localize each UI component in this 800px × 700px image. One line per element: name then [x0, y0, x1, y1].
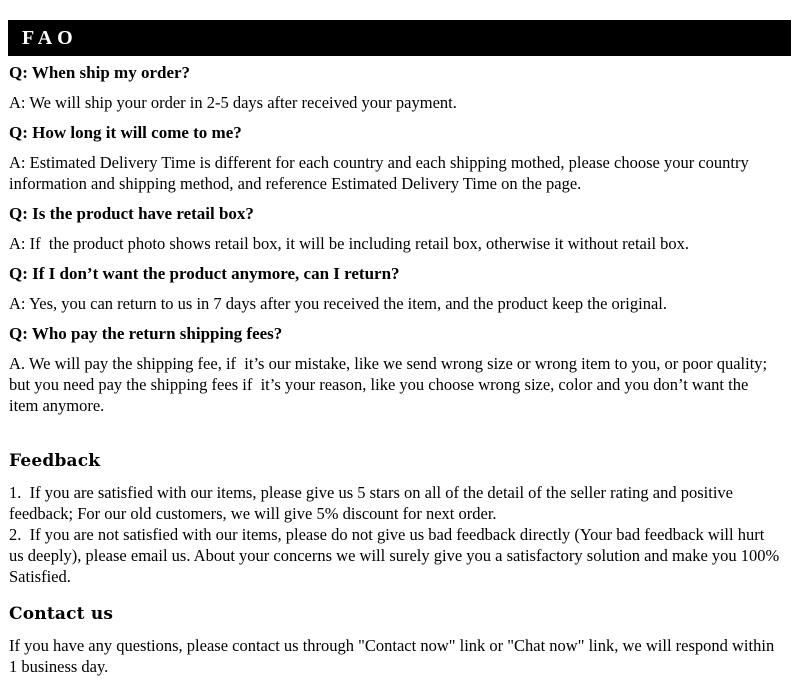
page-header-banner: FAO: [8, 20, 791, 56]
page-title: FAO: [22, 27, 78, 49]
feedback-item-1: 1. If you are satisfied with our items, …: [9, 483, 738, 523]
faq-question: Q: Who pay the return shipping fees?: [9, 324, 283, 343]
faq-question: Q: When ship my order?: [9, 63, 191, 82]
faq-item: Q: How long it will come to me? A: Estim…: [9, 122, 781, 194]
feedback-heading: Feedback: [9, 451, 101, 471]
faq-question: Q: Is the product have retail box?: [9, 204, 254, 223]
contact-body: If you have any questions, please contac…: [9, 636, 779, 676]
faq-answer: A: If the product photo shows retail box…: [9, 234, 690, 253]
faq-answer: A: Estimated Delivery Time is different …: [9, 153, 753, 193]
faq-question: Q: How long it will come to me?: [9, 123, 242, 142]
faq-item: Q: Is the product have retail box? A: If…: [9, 203, 781, 254]
faq-question: Q: If I don’t want the product anymore, …: [9, 264, 400, 283]
main-content: Q: When ship my order? A: We will ship y…: [9, 62, 781, 677]
faq-page: FAO Q: When ship my order? A: We will sh…: [0, 0, 800, 700]
contact-heading: Contact us: [9, 604, 114, 624]
faq-item: Q: Who pay the return shipping fees? A. …: [9, 323, 781, 416]
faq-item: Q: When ship my order? A: We will ship y…: [9, 62, 781, 113]
contact-section: Contact us If you have any questions, pl…: [9, 604, 781, 677]
feedback-section: Feedback 1. If you are satisfied with ou…: [9, 451, 781, 587]
feedback-item-2: 2. If you are not satisfied with our ite…: [9, 525, 784, 586]
faq-answer: A. We will pay the shipping fee, if it’s…: [9, 354, 772, 415]
faq-answer: A: Yes, you can return to us in 7 days a…: [9, 294, 667, 313]
faq-item: Q: If I don’t want the product anymore, …: [9, 263, 781, 314]
faq-answer: A: We will ship your order in 2-5 days a…: [9, 93, 457, 112]
